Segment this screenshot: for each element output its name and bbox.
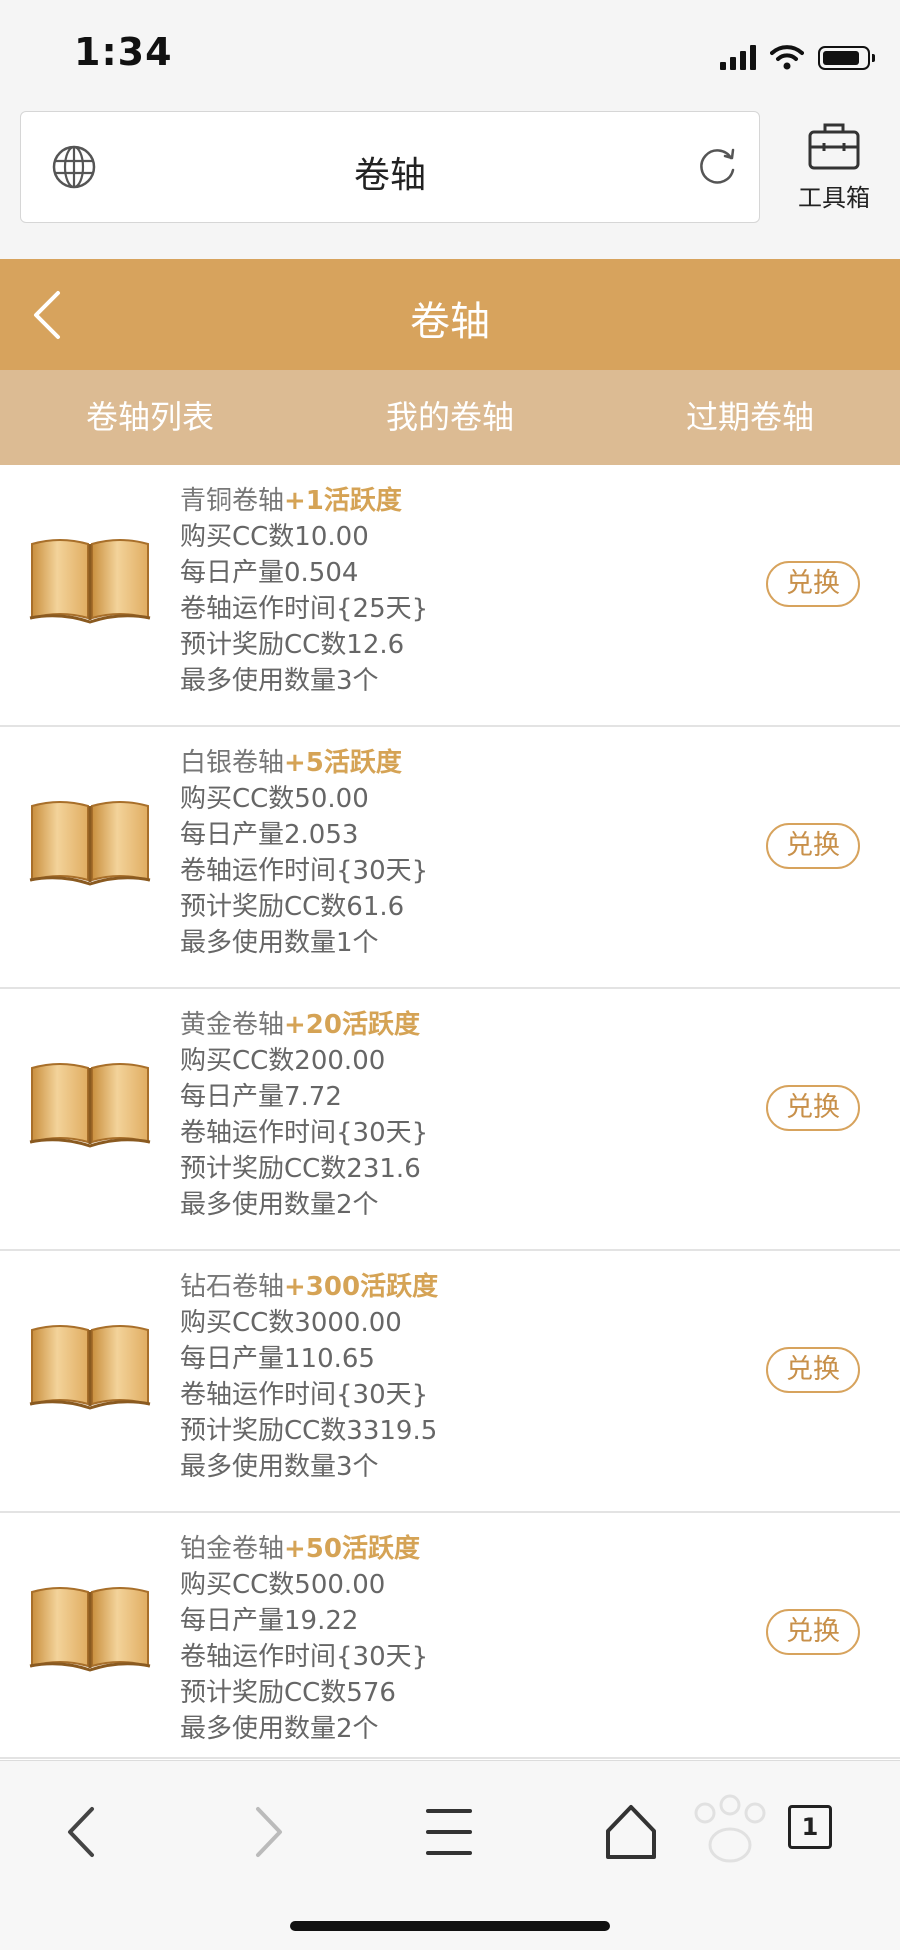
browser-toolbar: 1 [0, 1760, 900, 1950]
redeem-button[interactable]: 兑换 [766, 823, 860, 869]
status-icons [720, 40, 875, 70]
scroll-title: 铂金卷轴+50活跃度 [180, 1531, 428, 1567]
scroll-card: 铂金卷轴+50活跃度 购买CC数500.00 每日产量19.22 卷轴运作时间{… [0, 1513, 900, 1759]
scroll-info: 钻石卷轴+300活跃度 购买CC数3000.00 每日产量110.65 卷轴运作… [180, 1269, 438, 1485]
signal-icon [720, 44, 756, 70]
expected-reward: 预计奖励CC数12.6 [180, 630, 405, 660]
daily-output: 每日产量2.053 [180, 820, 359, 850]
scroll-info: 白银卷轴+5活跃度 购买CC数50.00 每日产量2.053 卷轴运作时间{30… [180, 745, 428, 961]
browser-bar: 卷轴 工具箱 [0, 106, 900, 259]
open-book-icon [29, 539, 151, 624]
purchase-cc: 购买CC数3000.00 [180, 1308, 402, 1338]
scroll-name: 白银卷轴 [180, 748, 285, 778]
daily-output: 每日产量7.72 [180, 1082, 342, 1112]
back-icon[interactable] [48, 1797, 118, 1867]
address-bar[interactable]: 卷轴 [20, 111, 760, 223]
open-book-icon [29, 801, 151, 886]
run-time: 卷轴运作时间{30天} [180, 856, 429, 886]
wifi-icon [770, 45, 804, 70]
page-title: 卷轴 [410, 299, 490, 345]
scroll-card: 钻石卷轴+300活跃度 购买CC数3000.00 每日产量110.65 卷轴运作… [0, 1251, 900, 1513]
max-usage: 最多使用数量3个 [180, 666, 379, 696]
redeem-button[interactable]: 兑换 [766, 561, 860, 607]
scroll-name: 钻石卷轴 [180, 1272, 285, 1302]
run-time: 卷轴运作时间{25天} [180, 594, 429, 624]
scroll-card: 青铜卷轴+1活跃度 购买CC数10.00 每日产量0.504 卷轴运作时间{25… [0, 465, 900, 727]
tab-my-scrolls[interactable]: 我的卷轴 [300, 370, 600, 465]
activity-bonus: +50活跃度 [284, 1534, 420, 1564]
redeem-button[interactable]: 兑换 [766, 1609, 860, 1655]
activity-bonus: +300活跃度 [284, 1272, 439, 1302]
expected-reward: 预计奖励CC数61.6 [180, 892, 405, 922]
purchase-cc: 购买CC数500.00 [180, 1570, 386, 1600]
activity-bonus: +1活跃度 [284, 486, 402, 516]
address-title: 卷轴 [353, 155, 426, 196]
expected-reward: 预计奖励CC数231.6 [180, 1154, 421, 1184]
toolbox-label: 工具箱 [798, 184, 870, 212]
max-usage: 最多使用数量3个 [180, 1452, 379, 1482]
tab-expired-scrolls[interactable]: 过期卷轴 [600, 370, 900, 465]
menu-icon[interactable] [414, 1797, 484, 1867]
scroll-card: 黄金卷轴+20活跃度 购买CC数200.00 每日产量7.72 卷轴运作时间{3… [0, 989, 900, 1251]
daily-output: 每日产量0.504 [180, 558, 359, 588]
max-usage: 最多使用数量2个 [180, 1190, 379, 1220]
status-bar: 1:34 [0, 0, 900, 106]
scroll-name: 黄金卷轴 [180, 1010, 285, 1040]
home-indicator [290, 1921, 610, 1931]
redeem-button[interactable]: 兑换 [766, 1347, 860, 1393]
run-time: 卷轴运作时间{30天} [180, 1642, 429, 1672]
open-book-icon [29, 1587, 151, 1672]
scroll-title: 黄金卷轴+20活跃度 [180, 1007, 428, 1043]
home-icon[interactable] [596, 1797, 666, 1867]
scroll-list: 青铜卷轴+1活跃度 购买CC数10.00 每日产量0.504 卷轴运作时间{25… [0, 465, 900, 1759]
run-time: 卷轴运作时间{30天} [180, 1380, 429, 1410]
forward-icon[interactable] [232, 1797, 302, 1867]
reload-icon[interactable] [695, 144, 739, 188]
max-usage: 最多使用数量1个 [180, 928, 379, 958]
tab-scroll-list[interactable]: 卷轴列表 [0, 370, 300, 465]
status-time: 1:34 [74, 30, 173, 74]
paw-watermark-icon [694, 1794, 766, 1863]
scroll-title: 钻石卷轴+300活跃度 [180, 1269, 438, 1305]
purchase-cc: 购买CC数50.00 [180, 784, 369, 814]
scroll-title: 白银卷轴+5活跃度 [180, 745, 428, 781]
scroll-card: 白银卷轴+5活跃度 购买CC数50.00 每日产量2.053 卷轴运作时间{30… [0, 727, 900, 989]
daily-output: 每日产量19.22 [180, 1606, 359, 1636]
activity-bonus: +5活跃度 [284, 748, 402, 778]
open-book-icon [29, 1325, 151, 1410]
scroll-name: 铂金卷轴 [180, 1534, 285, 1564]
scroll-info: 铂金卷轴+50活跃度 购买CC数500.00 每日产量19.22 卷轴运作时间{… [180, 1531, 428, 1747]
expected-reward: 预计奖励CC数3319.5 [180, 1416, 438, 1446]
scroll-title: 青铜卷轴+1活跃度 [180, 483, 428, 519]
purchase-cc: 购买CC数200.00 [180, 1046, 386, 1076]
daily-output: 每日产量110.65 [180, 1344, 375, 1374]
app-header: 卷轴 [0, 259, 900, 370]
scroll-info: 黄金卷轴+20活跃度 购买CC数200.00 每日产量7.72 卷轴运作时间{3… [180, 1007, 428, 1223]
battery-icon [818, 46, 875, 70]
tabs-icon[interactable]: 1 [788, 1805, 832, 1849]
purchase-cc: 购买CC数10.00 [180, 522, 369, 552]
max-usage: 最多使用数量2个 [180, 1714, 379, 1744]
scroll-info: 青铜卷轴+1活跃度 购买CC数10.00 每日产量0.504 卷轴运作时间{25… [180, 483, 428, 699]
toolbox-button[interactable]: 工具箱 [778, 120, 890, 220]
tab-bar: 卷轴列表 我的卷轴 过期卷轴 [0, 370, 900, 465]
scroll-name: 青铜卷轴 [180, 486, 285, 516]
expected-reward: 预计奖励CC数576 [180, 1678, 396, 1708]
open-book-icon [29, 1063, 151, 1148]
toolbox-icon [808, 123, 860, 170]
redeem-button[interactable]: 兑换 [766, 1085, 860, 1131]
run-time: 卷轴运作时间{30天} [180, 1118, 429, 1148]
activity-bonus: +20活跃度 [284, 1010, 420, 1040]
